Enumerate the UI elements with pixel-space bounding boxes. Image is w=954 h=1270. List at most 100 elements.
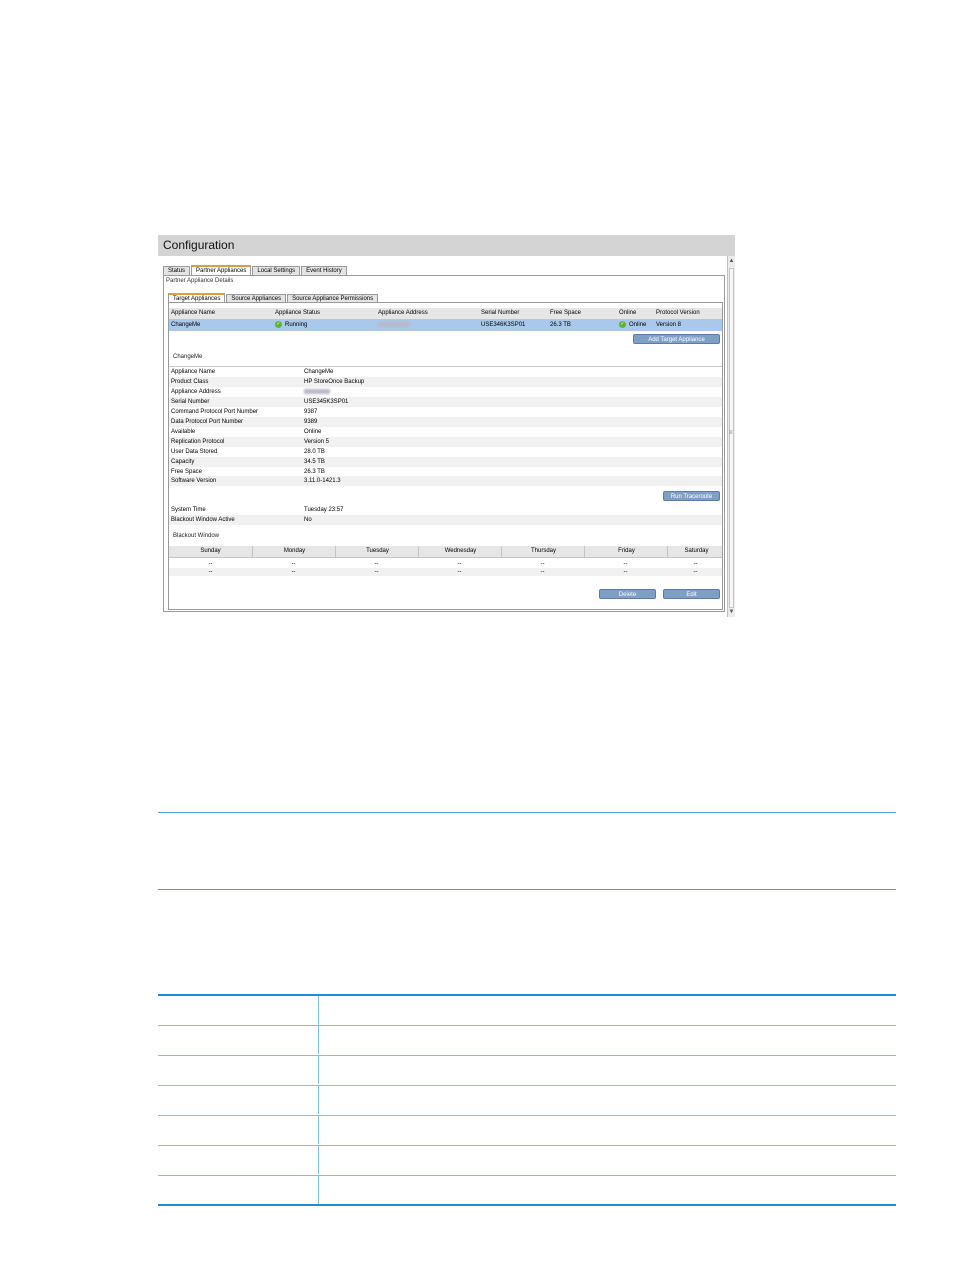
detail-value: Tuesday 23:57 — [304, 507, 344, 513]
blackout-cell: -- — [693, 569, 698, 575]
col-appliance-status[interactable]: Appliance Status — [275, 308, 320, 319]
detail-row: Software Version 3.11.0-1421.3 — [169, 476, 722, 486]
detail-row: Appliance Name ChangeMe — [169, 367, 722, 377]
col-serial-number[interactable]: Serial Number — [481, 308, 519, 319]
detail-key: Product Class — [171, 379, 209, 385]
document-table — [158, 994, 896, 1206]
detail-value: HP StoreOnce Backup — [304, 379, 365, 385]
day-wednesday: Wednesday — [418, 546, 502, 557]
row-appliance-name: ChangeMe — [171, 322, 201, 328]
table-cell — [158, 996, 319, 1025]
blackout-cell: -- — [457, 561, 462, 567]
main-tabs: Status Partner Appliances Local Settings… — [163, 265, 348, 275]
scroll-up-icon[interactable]: ▲ — [728, 257, 735, 265]
check-circle-icon: ✓ — [275, 320, 282, 328]
row-online-text: Online — [629, 322, 647, 328]
table-row — [158, 1025, 896, 1054]
table-row — [158, 1145, 896, 1174]
detail-title: ChangeMe — [173, 354, 203, 360]
col-appliance-name[interactable]: Appliance Name — [171, 308, 215, 319]
detail-value: 9389 — [304, 419, 318, 425]
detail-row: Command Protocol Port Number 9387 — [169, 407, 722, 417]
day-tuesday: Tuesday — [335, 546, 419, 557]
row-online: ✓ Online — [619, 320, 646, 331]
tab-event-history[interactable]: Event History — [301, 266, 347, 275]
col-protocol-version[interactable]: Protocol Version — [656, 308, 700, 319]
col-appliance-address[interactable]: Appliance Address — [378, 308, 428, 319]
detail-value: No — [304, 517, 312, 523]
day-saturday: Saturday — [667, 546, 725, 557]
row-status-text: Running — [285, 322, 308, 328]
table-row — [158, 996, 896, 1025]
window-title: Configuration — [158, 235, 735, 256]
detail-key: User Data Stored — [171, 449, 218, 455]
table-cell — [158, 1176, 319, 1204]
scroll-down-icon[interactable]: ▼ — [728, 608, 735, 616]
check-circle-icon: ✓ — [619, 320, 626, 328]
edit-button[interactable]: Edit — [663, 589, 720, 599]
table-cell — [158, 1056, 319, 1084]
blackout-cell: -- — [623, 569, 628, 575]
detail-row: User Data Stored 28.0 TB — [169, 447, 722, 457]
detail-row: Replication Protocol Version 5 — [169, 437, 722, 447]
detail-key: Appliance Name — [171, 369, 216, 375]
blackout-cell: -- — [457, 569, 462, 575]
table-row — [158, 1085, 896, 1114]
table-row — [158, 1115, 896, 1144]
detail-row: Appliance Address — [169, 387, 722, 397]
detail-key: Appliance Address — [171, 389, 221, 395]
row-protocol: Version 8 — [656, 322, 682, 328]
detail-value: 28.0 TB — [304, 449, 325, 455]
detail-row: Data Protocol Port Number 9389 — [169, 417, 722, 427]
blackout-cell: -- — [208, 569, 213, 575]
table-cell — [158, 1026, 319, 1054]
note-rule-bottom — [158, 889, 896, 890]
vertical-scrollbar[interactable]: ▲ ≡ ▼ — [727, 256, 735, 617]
blackout-cell: -- — [540, 561, 545, 567]
tab-status[interactable]: Status — [163, 266, 191, 275]
col-online[interactable]: Online — [619, 308, 636, 319]
blackout-cell: -- — [623, 561, 628, 567]
detail-key: System Time — [171, 507, 206, 513]
add-target-appliance-button[interactable]: Add Target Appliance — [633, 334, 720, 344]
scroll-thumb[interactable] — [729, 268, 734, 608]
redacted-address — [378, 321, 410, 327]
tab-partner-appliances[interactable]: Partner Appliances — [191, 265, 252, 275]
blackout-cell: -- — [374, 561, 379, 567]
delete-button[interactable]: Delete — [599, 589, 656, 599]
table-header: Appliance Name Appliance Status Applianc… — [169, 308, 722, 320]
detail-key: Software Version — [171, 478, 217, 484]
detail-row: Serial Number USE345K3SP01 — [169, 397, 722, 407]
blackout-cell: -- — [208, 561, 213, 567]
blackout-cell: -- — [291, 561, 296, 567]
day-thursday: Thursday — [501, 546, 585, 557]
panel-heading: Partner Appliance Details — [166, 278, 234, 284]
table-row — [158, 1175, 896, 1204]
day-friday: Friday — [584, 546, 668, 557]
detail-value: ChangeMe — [304, 369, 334, 375]
tab-local-settings[interactable]: Local Settings — [252, 266, 301, 275]
row-serial: USE346K3SP01 — [481, 322, 526, 328]
table-row[interactable]: ChangeMe ✓ Running USE346K3SP01 26.3 TB ✓… — [169, 320, 722, 331]
run-traceroute-button[interactable]: Run Traceroute — [663, 491, 720, 501]
redacted-address — [304, 388, 330, 394]
blackout-row: -- -- -- -- -- -- -- — [169, 560, 722, 568]
target-appliances-pane: Appliance Name Appliance Status Applianc… — [168, 302, 723, 610]
configuration-screenshot: Configuration Status Partner Appliances … — [158, 235, 735, 617]
col-free-space[interactable]: Free Space — [550, 308, 581, 319]
detail-row: Capacity 34.5 TB — [169, 457, 722, 467]
detail-value — [304, 387, 330, 397]
detail-key: Capacity — [171, 459, 195, 465]
detail-row: Available Online — [169, 427, 722, 437]
detail-value: 34.5 TB — [304, 459, 325, 465]
detail-value: Version 5 — [304, 439, 330, 445]
day-sunday: Sunday — [200, 548, 221, 554]
blackout-cell: -- — [693, 561, 698, 567]
detail-key: Available — [171, 429, 196, 435]
detail-value: 3.11.0-1421.3 — [304, 478, 341, 484]
table-cell — [158, 1146, 319, 1174]
detail-key: Blackout Window Active — [171, 517, 235, 523]
detail-row: Blackout Window Active No — [169, 515, 722, 525]
detail-key: Serial Number — [171, 399, 210, 405]
row-status: ✓ Running — [275, 320, 307, 331]
